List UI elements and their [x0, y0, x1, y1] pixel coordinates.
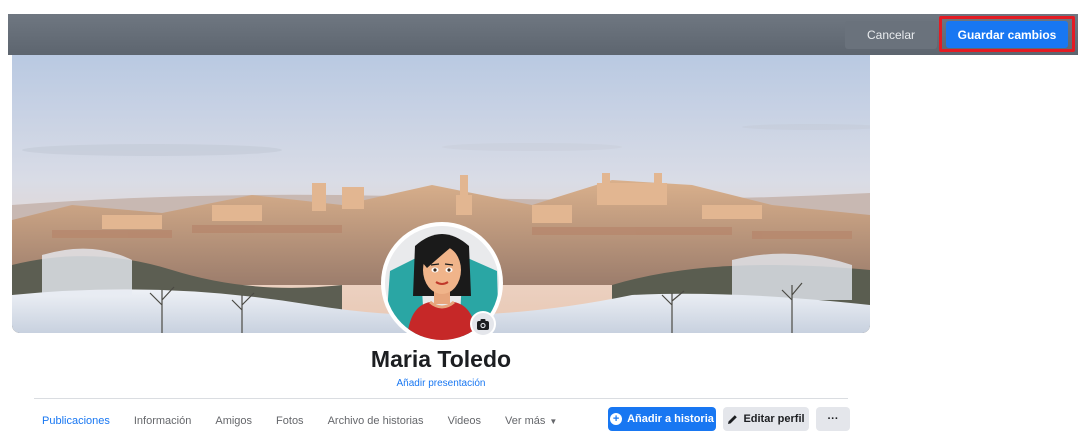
tab-informacion[interactable]: Información — [134, 410, 191, 432]
divider — [34, 398, 848, 399]
more-options-button[interactable]: ··· — [816, 407, 850, 431]
profile-name: Maria Toledo — [370, 346, 512, 372]
profile-tabs: Publicaciones Información Amigos Fotos A… — [42, 410, 581, 432]
add-bio-link[interactable]: Añadir presentación — [0, 378, 882, 389]
caret-down-icon: ▼ — [549, 417, 558, 426]
tab-ver-mas-label: Ver más — [505, 415, 546, 427]
edit-profile-button[interactable]: Editar perfil — [723, 407, 809, 431]
tab-videos[interactable]: Videos — [448, 410, 481, 432]
tab-archivo-de-historias[interactable]: Archivo de historias — [328, 410, 424, 432]
add-story-button[interactable]: + Añadir a historia — [608, 407, 716, 431]
change-profile-photo-button[interactable] — [470, 311, 496, 337]
tab-amigos[interactable]: Amigos — [215, 410, 252, 432]
add-story-label: Añadir a historia — [627, 413, 714, 425]
cancel-button[interactable]: Cancelar — [845, 21, 937, 49]
camera-icon — [477, 318, 489, 330]
tab-ver-mas[interactable]: Ver más ▼ — [505, 410, 557, 432]
pencil-icon — [728, 414, 738, 424]
save-changes-button[interactable]: Guardar cambios — [946, 21, 1068, 48]
tab-publicaciones[interactable]: Publicaciones — [42, 410, 110, 432]
plus-circle-icon: + — [610, 413, 623, 425]
edit-profile-label: Editar perfil — [743, 413, 805, 425]
tab-fotos[interactable]: Fotos — [276, 410, 304, 432]
